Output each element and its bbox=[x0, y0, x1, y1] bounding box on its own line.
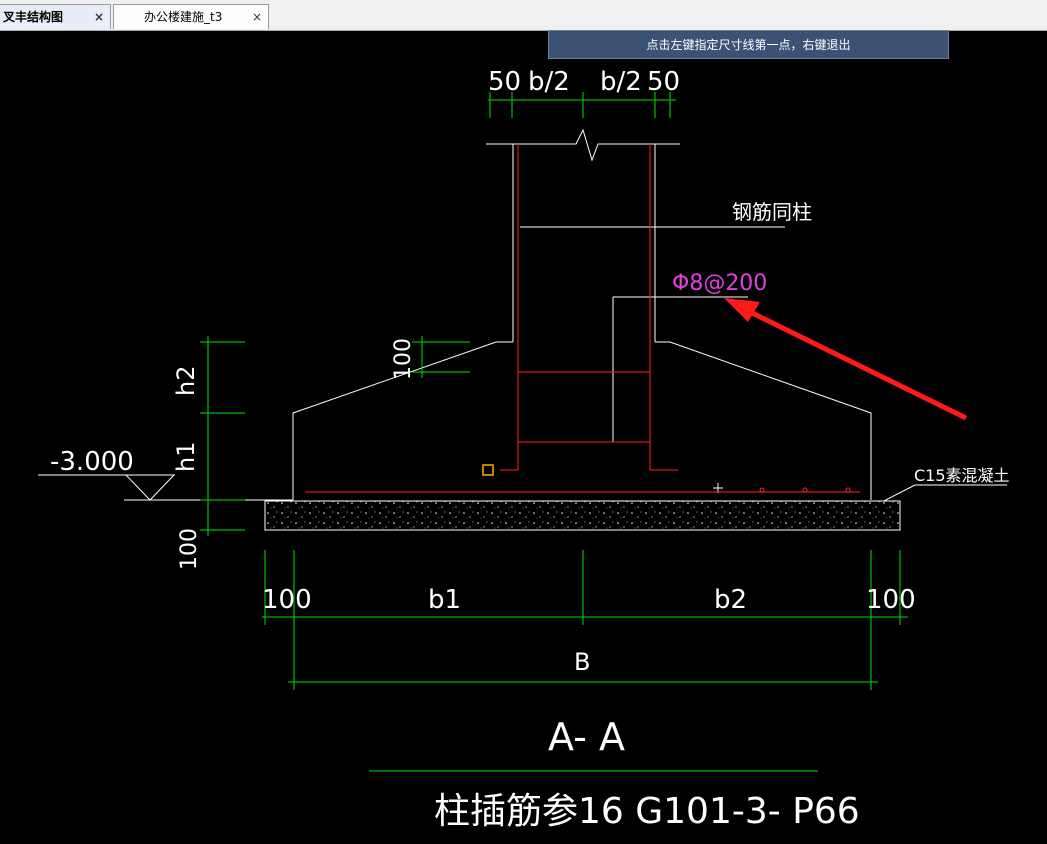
stirrup-note: Φ8@200 bbox=[672, 271, 767, 296]
concrete-pad bbox=[264, 500, 901, 531]
tab-office-building[interactable]: 办公楼建施_t3 × bbox=[113, 4, 269, 29]
dim-top-b2-right: b/2 bbox=[600, 67, 642, 97]
elevation-label: -3.000 bbox=[50, 447, 134, 477]
rebar-lines bbox=[305, 144, 860, 493]
dim-bottom-100-left: 100 bbox=[262, 585, 312, 615]
annotation-arrow bbox=[724, 298, 968, 421]
dim-h2: h2 bbox=[172, 366, 200, 396]
dimension-lines bbox=[200, 92, 908, 772]
tab-label: 叉丰结构图 bbox=[3, 10, 64, 24]
dim-h1: h1 bbox=[172, 442, 200, 472]
tab-label: 办公楼建施_t3 bbox=[144, 10, 223, 24]
reference-note: 柱插筋参16 G101-3- P66 bbox=[434, 791, 860, 832]
rebar-note: 钢筋同柱 bbox=[732, 200, 812, 224]
tab-structure-drawing[interactable]: 叉丰结构图 × bbox=[0, 4, 111, 29]
dim-bottom-100-right: 100 bbox=[866, 585, 916, 615]
tab-bar: 叉丰结构图 × 办公楼建施_t3 × bbox=[0, 0, 1047, 31]
dim-100-left: 100 bbox=[177, 528, 202, 570]
dim-100-mid: 100 bbox=[391, 338, 416, 380]
snap-marker bbox=[482, 464, 494, 476]
close-icon[interactable]: × bbox=[94, 5, 104, 29]
dim-b2: b2 bbox=[714, 585, 747, 615]
dim-top-50-left: 50 bbox=[488, 67, 521, 97]
section-title: A- A bbox=[548, 715, 625, 759]
concrete-note: C15素混凝土 bbox=[914, 466, 1010, 485]
dim-top-b2-left: b/2 bbox=[528, 67, 570, 97]
dim-top-50-right: 50 bbox=[647, 67, 680, 97]
dim-b1: b1 bbox=[428, 585, 461, 615]
dim-B: B bbox=[574, 648, 590, 676]
close-icon[interactable]: × bbox=[252, 5, 262, 29]
cad-canvas[interactable]: 50 b/2 b/2 50 钢筋同柱 Φ8@200 100 h2 h1 -3.0… bbox=[0, 30, 1047, 844]
